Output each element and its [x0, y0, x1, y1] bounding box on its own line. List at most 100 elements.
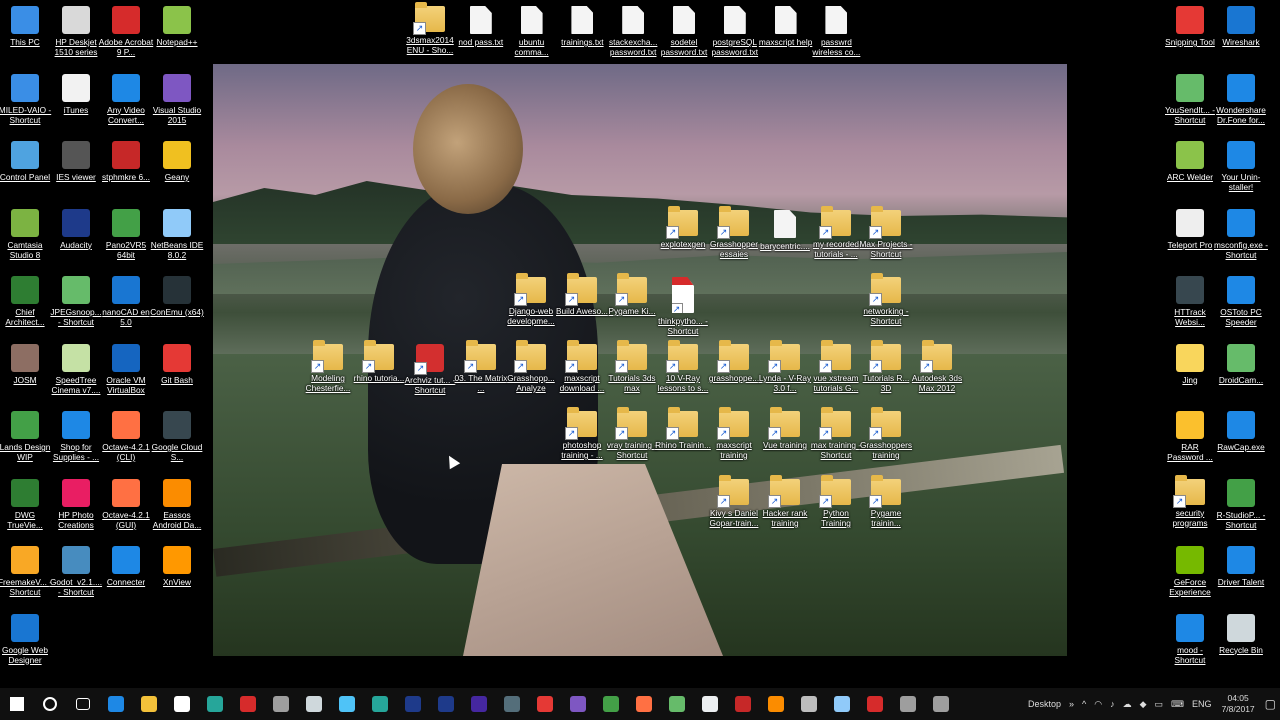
edge-icon[interactable] [99, 688, 132, 720]
app-purple-icon[interactable] [561, 688, 594, 720]
desktop-icon[interactable]: Wireshark [1213, 6, 1269, 47]
desktop-icon[interactable]: Connecter [98, 546, 154, 587]
language-indicator[interactable]: ENG [1192, 699, 1212, 709]
desktop-icon[interactable]: Notepad++ [149, 6, 205, 47]
desktop-icon[interactable]: Octave-4.2.1 (GUI) [98, 478, 154, 530]
desktop-icon[interactable]: Autodesk 3ds Max 2012 [909, 340, 965, 393]
desktop-icon[interactable]: Vue training [757, 407, 813, 450]
desktop-icon[interactable]: my recorded tutorials - ... [808, 206, 864, 259]
desktop-icon[interactable]: This PC [0, 6, 53, 47]
desktop-icon[interactable]: Recycle Bin [1213, 613, 1269, 655]
desktop-icon[interactable]: Control Panel [0, 141, 53, 182]
desktop-icon[interactable]: 10 V-Ray lessons to s... [655, 340, 711, 393]
cloud-icon[interactable]: ☁ [1123, 699, 1132, 710]
volume-icon[interactable]: ♪ [1110, 699, 1115, 709]
desktop-icon[interactable]: MILED-VAIO - Shortcut [0, 73, 53, 125]
desktop-icon[interactable]: R-StudioP... - Shortcut [1213, 478, 1269, 530]
start-button[interactable] [0, 688, 33, 720]
desktop-icon[interactable]: Jing [1162, 343, 1218, 385]
desktop-icon[interactable]: Wondershare Dr.Fone for... [1213, 73, 1269, 125]
desktop-icon[interactable]: Git Bash [149, 343, 205, 385]
desktop-icon[interactable]: security programs [1162, 474, 1218, 528]
desktop-icon[interactable]: 03. The Matrix ... [453, 340, 509, 393]
desktop-icon[interactable]: Pygame Ki... [604, 273, 660, 316]
desktop-icon[interactable]: Rhino Trainin... [655, 407, 711, 450]
desktop-icon[interactable]: Python Training [808, 475, 864, 528]
desktop-icon[interactable]: Driver Talent [1213, 546, 1269, 587]
desktop-icon[interactable]: Django-web developme... [503, 273, 559, 326]
photoshop-2-icon[interactable] [429, 688, 462, 720]
desktop-icon[interactable]: Teleport Pro [1162, 208, 1218, 250]
desktop-icon[interactable]: Pano2VR5 64bit [98, 208, 154, 260]
desktop-icon[interactable]: YouSendIt... - Shortcut [1162, 73, 1218, 125]
keyboard-icon[interactable]: ⌨ [1171, 699, 1184, 710]
desktop-icon[interactable]: Chief Architect... [0, 276, 53, 327]
desktop-icon[interactable]: Grasshopper essaies [706, 206, 762, 259]
show-hidden-icons-button[interactable]: ^ [1082, 699, 1086, 709]
desktop-icon[interactable]: Archviz tut... - Shortcut [402, 344, 458, 395]
desktop-icon[interactable]: stackexcha... password.txt [605, 6, 661, 57]
security-icon[interactable]: ◆ [1140, 699, 1147, 710]
desktop-icon[interactable]: Google Web Designer [0, 613, 53, 665]
desktop-icon[interactable]: SpeedTree Cinema v7.... [48, 343, 104, 395]
chrome-icon[interactable] [594, 688, 627, 720]
desktop-icon[interactable]: Kivy s Daniel Gopar-train... [706, 475, 762, 528]
sublime-icon[interactable] [363, 688, 396, 720]
desktop-icon[interactable]: Tutorials 3ds max [604, 340, 660, 393]
desktop-icon[interactable]: Grasshopp... Analyze [503, 340, 559, 393]
after-effects-icon[interactable] [462, 688, 495, 720]
rhino-icon[interactable] [264, 688, 297, 720]
desktop-icon[interactable]: nanoCAD en 5.0 [98, 276, 154, 327]
app-grey-icon[interactable] [792, 688, 825, 720]
desktop-icon[interactable]: passwrd wireless co... [808, 6, 864, 57]
desktop-icon[interactable]: Oracle VM VirtualBox [98, 343, 154, 395]
clock[interactable]: 04:05 7/8/2017 [1222, 693, 1255, 715]
desktop-icon[interactable]: RAR Password ... [1162, 411, 1218, 462]
f6-icon[interactable] [495, 688, 528, 720]
app-green-icon[interactable] [660, 688, 693, 720]
desktop-icon[interactable]: Pygame trainin... [858, 475, 914, 528]
desktop-icon[interactable]: sodetel password.txt [656, 6, 712, 57]
desktop-icon[interactable]: maxscript training [706, 407, 762, 460]
desktop-icon[interactable]: Eassos Android Da... [149, 478, 205, 530]
3dsmax-icon[interactable] [330, 688, 363, 720]
battery-icon[interactable]: ▭ [1155, 699, 1164, 710]
task-view-icon[interactable] [66, 688, 99, 720]
desktop-icon[interactable]: maxscript download ... [554, 340, 610, 393]
tool-icon[interactable] [297, 688, 330, 720]
file-explorer-icon[interactable] [132, 688, 165, 720]
calculator-icon[interactable] [693, 688, 726, 720]
desktop-icon[interactable]: ConEmu (x64) [149, 276, 205, 317]
desktop-icon[interactable]: Visual Studio 2015 [149, 73, 205, 125]
desktop-icon[interactable]: DWG TrueVie... [0, 478, 53, 530]
wifi-icon[interactable]: ◠ [1094, 699, 1102, 710]
app-dark-2-icon[interactable] [924, 688, 957, 720]
network-icon[interactable] [825, 688, 858, 720]
desktop-icon[interactable]: Max Projects - Shortcut [858, 206, 914, 259]
sketchup-icon[interactable] [198, 688, 231, 720]
desktop-icon[interactable]: Hacker rank training [757, 475, 813, 528]
desktop-icon[interactable]: mood - Shortcut [1162, 613, 1218, 665]
desktop-icon[interactable]: Adobe Acrobat 9 P... [98, 6, 154, 57]
desktop-icon[interactable]: nod pass.txt [453, 6, 509, 47]
desktop-icon[interactable]: XnView [149, 546, 205, 587]
app-red-icon[interactable] [528, 688, 561, 720]
desktop-icon[interactable]: JPEGsnoop... - Shortcut [48, 276, 104, 327]
desktop-icon[interactable]: max training - Shortcut [808, 407, 864, 460]
desktop-icon[interactable]: Grasshoppers training [858, 407, 914, 460]
desktop-toolbar-label[interactable]: Desktop [1028, 699, 1061, 709]
desktop-icon[interactable]: HTTrack Websi... [1162, 276, 1218, 327]
desktop-icon[interactable]: stphmkre 6... [98, 141, 154, 182]
photoshop-icon[interactable] [396, 688, 429, 720]
desktop-icon[interactable]: rhino tutoria... [351, 340, 407, 383]
desktop-icon[interactable]: explotexgen [655, 206, 711, 249]
acrobat-icon[interactable] [231, 688, 264, 720]
desktop-icon[interactable]: barycentric.... [757, 210, 813, 251]
desktop-icon[interactable]: 3dsmax2014 ENU - Sho... [402, 2, 458, 55]
desktop-icon[interactable]: maxscript help [758, 6, 814, 47]
desktop-icon[interactable]: Your Unin-staller! [1213, 141, 1269, 192]
desktop-icon[interactable]: JOSM [0, 343, 53, 385]
desktop-icon[interactable]: photoshop training - ... [554, 407, 610, 460]
desktop-icon[interactable]: iTunes [48, 73, 104, 115]
toolbar-chevron[interactable]: » [1069, 699, 1074, 709]
